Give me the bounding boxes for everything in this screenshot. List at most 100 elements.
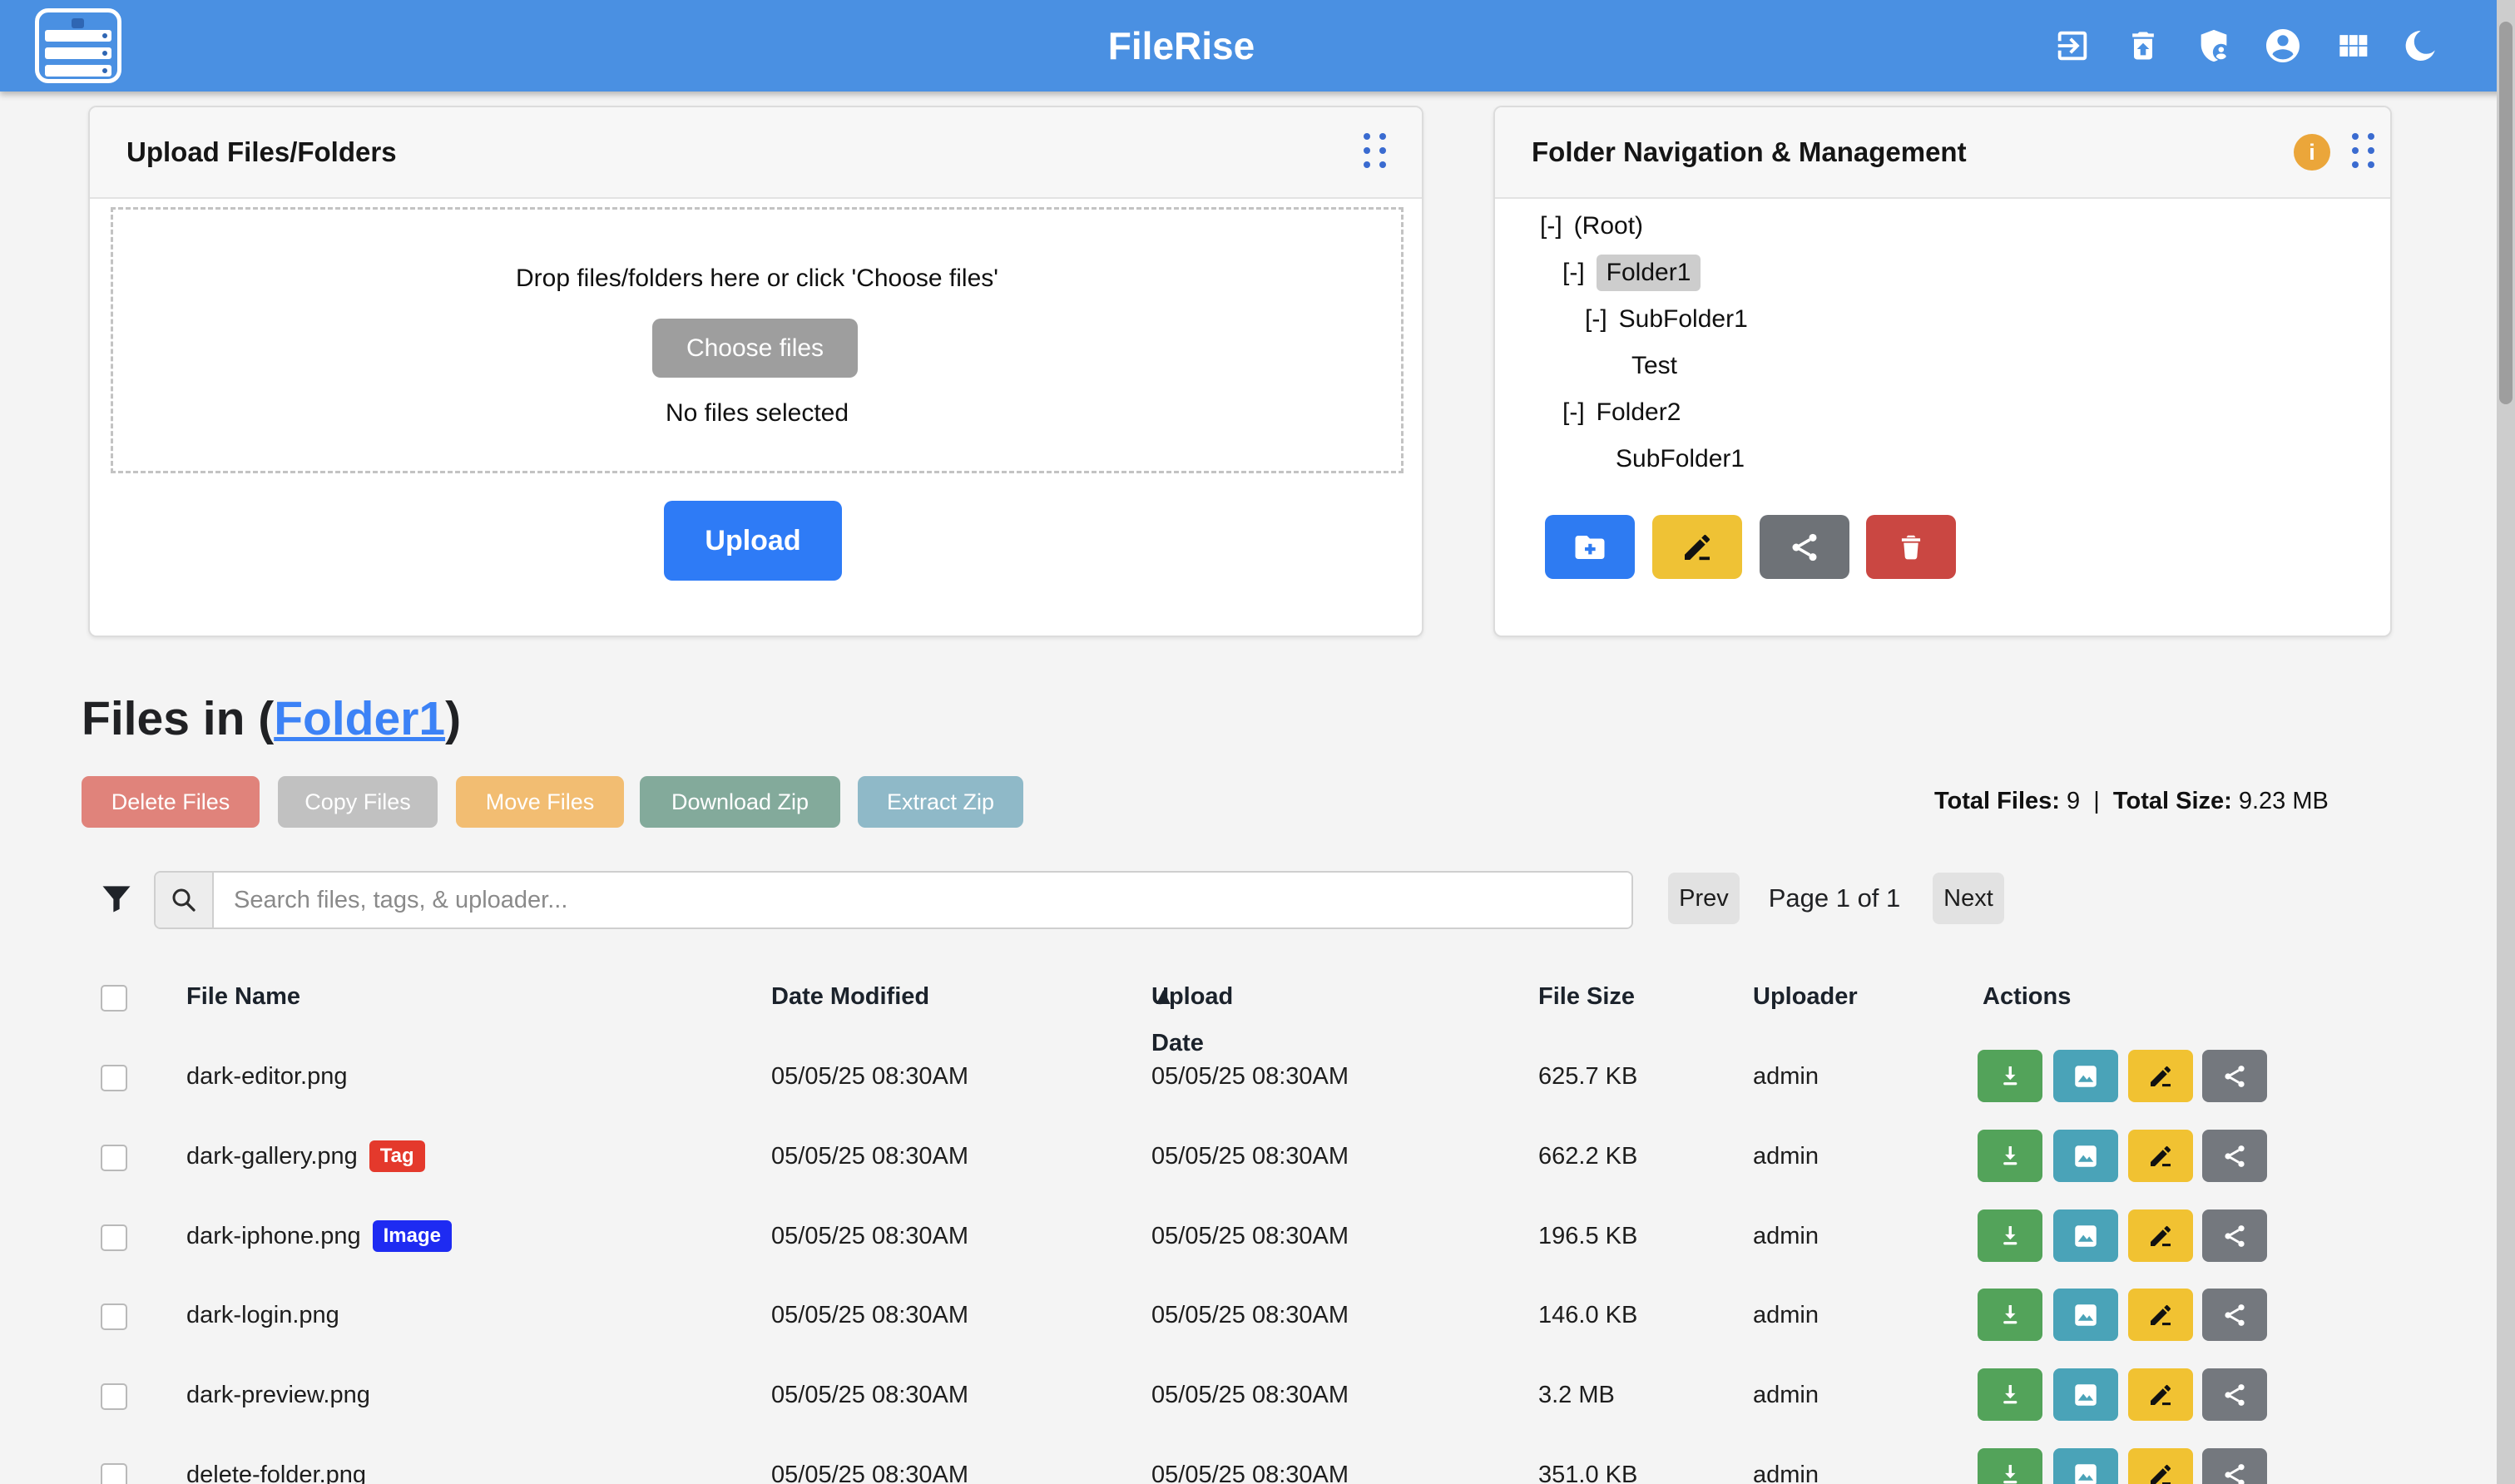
delete-files-button[interactable]: Delete Files (82, 776, 260, 828)
tree-item-test[interactable]: Test (1631, 348, 1677, 384)
download-button[interactable] (1978, 1289, 2042, 1341)
row-checkbox[interactable] (101, 1065, 127, 1091)
next-page-button[interactable]: Next (1933, 873, 2004, 924)
scrollbar-track[interactable] (2497, 0, 2515, 1484)
preview-image-icon (2072, 1461, 2100, 1484)
share-folder-icon (1788, 531, 1821, 564)
current-folder-link[interactable]: Folder1 (274, 692, 445, 745)
extract-zip-button[interactable]: Extract Zip (858, 776, 1023, 828)
upload-date-cell: 05/05/25 08:30AM (1151, 1116, 1349, 1196)
share-button[interactable] (2202, 1209, 2267, 1262)
edit-button[interactable] (2128, 1050, 2193, 1102)
column-header-file-name[interactable]: File Name (186, 973, 300, 1020)
heading-prefix: Files in ( (82, 692, 274, 745)
edit-button[interactable] (2128, 1289, 2193, 1341)
row-checkbox[interactable] (101, 1383, 127, 1410)
preview-image-button[interactable] (2053, 1050, 2118, 1102)
tree-label[interactable]: SubFolder1 (1619, 301, 1748, 338)
upload-date-cell: 05/05/25 08:30AM (1151, 1196, 1349, 1276)
upload-button[interactable]: Upload (664, 501, 842, 581)
move-files-button[interactable]: Move Files (456, 776, 624, 828)
file-size-cell: 662.2 KB (1538, 1116, 1637, 1196)
rename-folder-button[interactable] (1652, 515, 1742, 579)
create-folder-button[interactable] (1545, 515, 1635, 579)
edit-icon (2147, 1143, 2174, 1170)
tree-expander[interactable]: [-] (1585, 301, 1607, 338)
grid-view-icon[interactable] (2329, 22, 2375, 69)
row-checkbox[interactable] (101, 1145, 127, 1171)
tree-item-subfolder1-2[interactable]: SubFolder1 (1616, 441, 1745, 477)
download-button[interactable] (1978, 1130, 2042, 1182)
download-button[interactable] (1978, 1050, 2042, 1102)
column-header-date-modified[interactable]: Date Modified (771, 973, 929, 1020)
dark-mode-icon[interactable] (2397, 22, 2443, 69)
column-header-uploader[interactable]: Uploader (1753, 973, 1858, 1020)
prev-page-button[interactable]: Prev (1668, 873, 1740, 924)
tree-item-folder2[interactable]: [-] Folder2 (1562, 394, 1681, 431)
uploader-cell: admin (1753, 1355, 1819, 1435)
share-button[interactable] (2202, 1050, 2267, 1102)
edit-icon (2147, 1063, 2174, 1090)
drag-handle-icon[interactable] (1364, 133, 1387, 173)
file-size-cell: 196.5 KB (1538, 1196, 1637, 1276)
copy-files-button[interactable]: Copy Files (278, 776, 438, 828)
share-icon (2221, 1302, 2248, 1328)
upload-card-title: Upload Files/Folders (126, 107, 397, 197)
tree-item-subfolder1[interactable]: [-] SubFolder1 (1585, 301, 1748, 338)
select-all-checkbox[interactable] (101, 985, 127, 1012)
share-icon (2221, 1223, 2248, 1249)
info-icon[interactable]: i (2294, 134, 2330, 171)
share-button[interactable] (2202, 1130, 2267, 1182)
preview-image-button[interactable] (2053, 1130, 2118, 1182)
share-button[interactable] (2202, 1448, 2267, 1484)
edit-button[interactable] (2128, 1130, 2193, 1182)
row-checkbox[interactable] (101, 1224, 127, 1251)
preview-image-icon (2072, 1142, 2100, 1170)
preview-image-button[interactable] (2053, 1448, 2118, 1484)
logout-icon[interactable] (2049, 22, 2096, 69)
choose-files-button[interactable]: Choose files (652, 319, 858, 378)
row-checkbox[interactable] (101, 1303, 127, 1330)
tree-label[interactable]: Test (1631, 348, 1677, 384)
column-header-file-size[interactable]: File Size (1538, 973, 1635, 1020)
download-zip-button[interactable]: Download Zip (640, 776, 840, 828)
tree-label[interactable]: (Root) (1574, 208, 1643, 245)
preview-image-button[interactable] (2053, 1289, 2118, 1341)
upload-dropzone[interactable]: Drop files/folders here or click 'Choose… (111, 207, 1404, 473)
tree-item-root[interactable]: [-] (Root) (1540, 208, 1643, 245)
share-button[interactable] (2202, 1368, 2267, 1421)
drag-handle-icon[interactable] (2352, 133, 2375, 173)
filter-icon[interactable] (98, 880, 135, 917)
share-icon (2221, 1382, 2248, 1408)
tree-label[interactable]: Folder2 (1597, 394, 1681, 431)
edit-button[interactable] (2128, 1209, 2193, 1262)
tree-label[interactable]: SubFolder1 (1616, 441, 1745, 477)
share-button[interactable] (2202, 1289, 2267, 1341)
row-checkbox[interactable] (101, 1463, 127, 1484)
download-button[interactable] (1978, 1368, 2042, 1421)
download-button[interactable] (1978, 1448, 2042, 1484)
search-input[interactable] (214, 873, 1631, 928)
preview-image-button[interactable] (2053, 1209, 2118, 1262)
user-account-icon[interactable] (2260, 22, 2306, 69)
admin-shield-icon[interactable] (2191, 22, 2237, 69)
image-badge: Image (373, 1220, 452, 1252)
tree-expander[interactable]: [-] (1562, 255, 1585, 291)
restore-trash-icon[interactable] (2120, 22, 2166, 69)
tree-expander[interactable]: [-] (1540, 208, 1562, 245)
scrollbar-thumb[interactable] (2499, 22, 2513, 404)
download-icon (1996, 1461, 2024, 1484)
table-row: dark-editor.png 05/05/25 08:30AM 05/05/2… (0, 1036, 2515, 1116)
create-folder-icon (1572, 530, 1607, 565)
search-icon[interactable] (156, 873, 214, 928)
download-button[interactable] (1978, 1209, 2042, 1262)
page-title: FileRise (0, 0, 2363, 92)
edit-button[interactable] (2128, 1448, 2193, 1484)
tree-label-selected[interactable]: Folder1 (1597, 255, 1701, 291)
share-folder-button[interactable] (1760, 515, 1849, 579)
preview-image-button[interactable] (2053, 1368, 2118, 1421)
edit-button[interactable] (2128, 1368, 2193, 1421)
tree-expander[interactable]: [-] (1562, 394, 1585, 431)
delete-folder-button[interactable] (1866, 515, 1956, 579)
tree-item-folder1[interactable]: [-] Folder1 (1562, 255, 1701, 291)
